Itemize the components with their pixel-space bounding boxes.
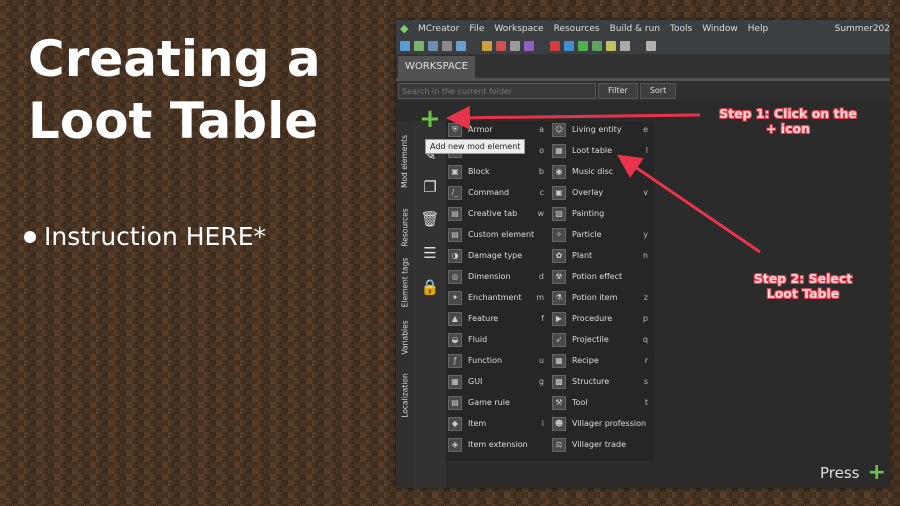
step1-line2: + icon xyxy=(765,121,810,136)
add-element-tooltip: Add new mod element xyxy=(425,139,526,154)
step2-arrow xyxy=(617,154,761,254)
step1-arrow xyxy=(446,105,701,130)
step2-line2: Loot Table xyxy=(766,286,840,301)
step1-annotation: Step 1: Click on the + icon xyxy=(708,106,868,136)
step2-line1: Step 2: Select xyxy=(753,271,853,286)
annotation-arrows xyxy=(446,105,761,254)
step2-annotation: Step 2: Select Loot Table xyxy=(734,271,872,301)
step1-line1: Step 1: Click on the xyxy=(719,106,857,121)
